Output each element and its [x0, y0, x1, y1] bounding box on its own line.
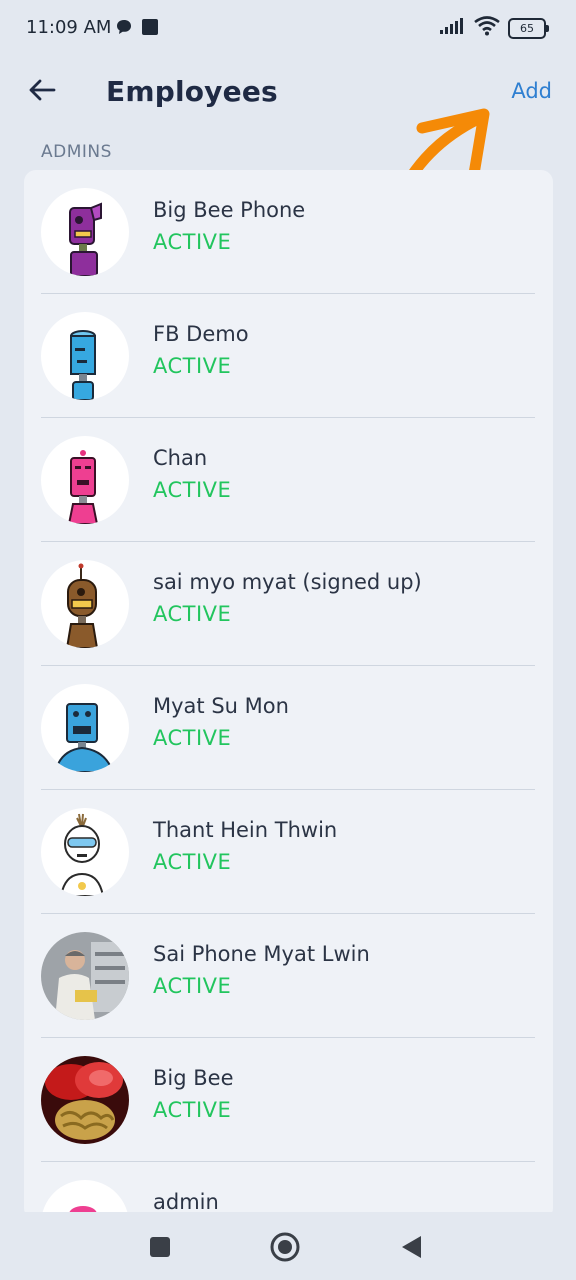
employee-list: Big Bee Phone ACTIVE FB Demo ACTIVE Chan…	[24, 170, 553, 1220]
purple-robot-avatar-icon	[69, 202, 102, 276]
recents-square-icon	[150, 1237, 170, 1257]
avatar	[41, 932, 129, 1020]
employee-row[interactable]: Thant Hein Thwin ACTIVE	[24, 790, 553, 914]
pink-robot-avatar-icon	[67, 450, 99, 524]
employee-name: sai myo myat (signed up)	[153, 570, 422, 594]
status-system-icons: 65	[440, 16, 549, 40]
status-bar: 11:09 AM 65	[0, 0, 576, 58]
employee-name: admin	[153, 1190, 219, 1214]
employee-name: Big Bee Phone	[153, 198, 306, 222]
home-button[interactable]	[270, 1232, 300, 1262]
back-nav-button[interactable]	[396, 1232, 426, 1262]
page-title: Employees	[106, 75, 278, 108]
notification-square-icon	[141, 18, 159, 40]
employee-name: Myat Su Mon	[153, 694, 289, 718]
avatar	[41, 684, 129, 772]
employee-row[interactable]: FB Demo ACTIVE	[24, 294, 553, 418]
app-header: Employees Add	[0, 60, 576, 124]
employee-name: Big Bee	[153, 1066, 234, 1090]
back-button[interactable]	[22, 72, 62, 112]
signal-icon	[440, 17, 466, 39]
blue-robot-avatar-icon	[53, 703, 115, 772]
employee-row[interactable]: Chan ACTIVE	[24, 418, 553, 542]
employee-status: ACTIVE	[153, 602, 232, 626]
white-robot-avatar-icon	[59, 813, 105, 896]
employee-status: ACTIVE	[153, 1098, 232, 1122]
brown-robot-avatar-icon	[65, 563, 99, 648]
employee-row[interactable]: sai myo myat (signed up) ACTIVE	[24, 542, 553, 666]
employee-name: Chan	[153, 446, 208, 470]
avatar	[41, 1056, 129, 1144]
employee-status: ACTIVE	[153, 850, 232, 874]
blue-robot-avatar-icon	[70, 330, 96, 400]
back-triangle-icon	[402, 1236, 421, 1258]
status-notification-icons	[115, 18, 159, 40]
food-photo-icon	[41, 1056, 129, 1144]
avatar	[41, 188, 129, 276]
employee-name: Sai Phone Myat Lwin	[153, 942, 370, 966]
recents-button[interactable]	[145, 1232, 175, 1262]
system-nav-bar	[0, 1212, 576, 1280]
employee-row[interactable]: Big Bee ACTIVE	[24, 1038, 553, 1162]
employee-row[interactable]: Big Bee Phone ACTIVE	[24, 170, 553, 294]
avatar	[41, 560, 129, 648]
employee-name: FB Demo	[153, 322, 249, 346]
avatar	[41, 436, 129, 524]
add-button[interactable]: Add	[511, 79, 552, 103]
back-arrow-icon	[28, 78, 56, 106]
employee-status: ACTIVE	[153, 354, 232, 378]
employee-row[interactable]: Myat Su Mon ACTIVE	[24, 666, 553, 790]
employee-status: ACTIVE	[153, 230, 232, 254]
chat-bubble-icon	[115, 18, 133, 40]
battery-icon: 65	[508, 17, 549, 39]
employee-status: ACTIVE	[153, 974, 232, 998]
status-time: 11:09 AM	[26, 17, 112, 38]
avatar	[41, 312, 129, 400]
employee-status: ACTIVE	[153, 726, 232, 750]
employees-screen: 11:09 AM 65 Employees Add ADMINS Big Bee…	[0, 0, 576, 1280]
wifi-icon	[474, 16, 500, 40]
employee-row[interactable]: Sai Phone Myat Lwin ACTIVE	[24, 914, 553, 1038]
home-circle-icon	[270, 1232, 300, 1262]
avatar	[41, 808, 129, 896]
employee-status: ACTIVE	[153, 478, 232, 502]
person-photo-icon	[41, 932, 129, 1020]
section-label-admins: ADMINS	[41, 142, 112, 162]
employee-name: Thant Hein Thwin	[153, 818, 338, 842]
